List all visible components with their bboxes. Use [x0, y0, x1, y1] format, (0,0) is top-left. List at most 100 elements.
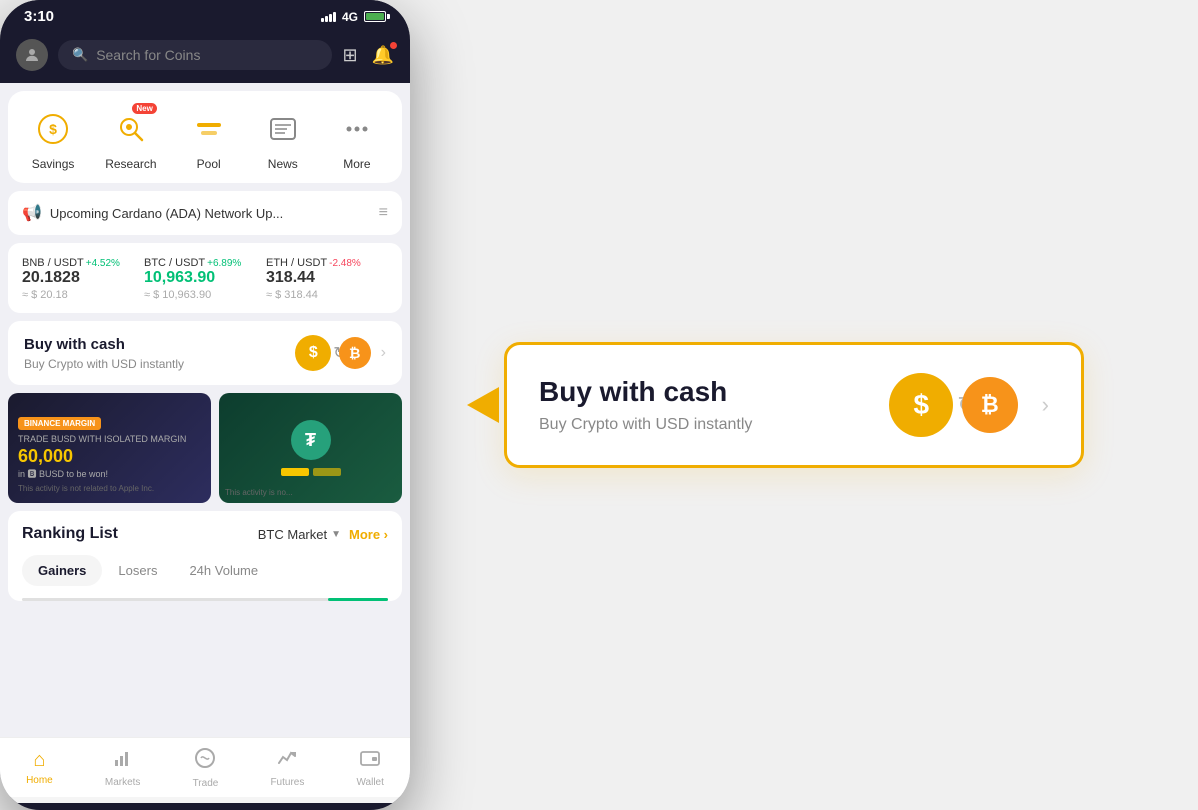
eth-value: 318.44 [266, 269, 388, 287]
pool-icon [187, 107, 231, 151]
markets-icon [113, 748, 133, 774]
notification-icon-wrap[interactable]: 🔔 [372, 45, 394, 66]
wallet-icon [360, 748, 380, 774]
btc-usd: ≈ $ 10,963.90 [144, 289, 266, 301]
price-item-bnb[interactable]: BNB / USDT +4.52% 20.1828 ≈ $ 20.18 [22, 257, 144, 301]
list-icon: ≡ [379, 204, 388, 222]
more-icon [335, 107, 379, 151]
buy-cash-title: Buy with cash [24, 336, 285, 353]
bnb-usd: ≈ $ 20.18 [22, 289, 144, 301]
savings-label: Savings [32, 157, 75, 171]
savings-icon: $ [31, 107, 75, 151]
bottom-nav: ⌂ Home Markets Trade Futures [0, 737, 410, 797]
status-time: 3:10 [24, 8, 54, 25]
home-label: Home [26, 775, 53, 786]
search-input[interactable]: Search for Coins [96, 47, 200, 63]
news-icon [261, 107, 305, 151]
btc-pair: BTC / USDT [144, 257, 205, 269]
banner-disclaimer-right: This activity is no... [225, 488, 396, 497]
btc-change: +6.89% [207, 258, 241, 269]
scan-icon[interactable]: ⊞ [342, 45, 357, 66]
announcement-bar[interactable]: 📢 Upcoming Cardano (ADA) Network Up... ≡ [8, 191, 402, 235]
bottom-nav-futures[interactable]: Futures [262, 744, 312, 792]
signal-bars-icon [321, 12, 336, 22]
nav-item-more[interactable]: More [335, 107, 379, 171]
markets-label: Markets [105, 777, 141, 788]
chevron-right-icon: › [381, 344, 386, 362]
search-bar[interactable]: 🔍 Search for Coins [58, 40, 332, 70]
price-item-eth[interactable]: ETH / USDT -2.48% 318.44 ≈ $ 318.44 [266, 257, 388, 301]
top-bar-icons: ⊞ 🔔 [342, 45, 394, 66]
home-icon: ⌂ [33, 749, 45, 772]
research-label: Research [105, 157, 156, 171]
news-label: News [268, 157, 298, 171]
tether-icon: ₮ [291, 420, 331, 460]
avatar[interactable] [16, 39, 48, 71]
banner-margin[interactable]: BINANCE MARGIN TRADE BUSD WITH ISOLATED … [8, 393, 211, 503]
tab-24h-volume[interactable]: 24h Volume [173, 555, 274, 586]
bnb-value: 20.1828 [22, 269, 144, 287]
dollar-coin-icon: $ [295, 335, 331, 371]
tab-losers[interactable]: Losers [102, 555, 173, 586]
bnb-pair: BNB / USDT [22, 257, 84, 269]
banner-unit: in 🅱 BUSD to be won! [18, 467, 201, 480]
network-label: 4G [342, 10, 358, 24]
bottom-nav-trade[interactable]: Trade [185, 743, 227, 793]
bottom-nav-markets[interactable]: Markets [97, 744, 149, 792]
price-item-btc[interactable]: BTC / USDT +6.89% 10,963.90 ≈ $ 10,963.9… [144, 257, 266, 301]
ranking-section: Ranking List BTC Market ▼ More › Gainers… [8, 511, 402, 601]
announcement-text: Upcoming Cardano (ADA) Network Up... [50, 206, 371, 221]
ranking-more[interactable]: More › [349, 527, 388, 542]
banner-row: BINANCE MARGIN TRADE BUSD WITH ISOLATED … [8, 393, 402, 503]
callout-title: Buy with cash [539, 376, 865, 408]
new-badge: New [132, 103, 156, 114]
tab-gainers[interactable]: Gainers [22, 555, 102, 586]
search-icon: 🔍 [72, 47, 88, 63]
ranking-tabs: Gainers Losers 24h Volume [22, 555, 388, 586]
futures-icon [277, 748, 297, 774]
pool-label: Pool [197, 157, 221, 171]
tether-coins: ₮ [281, 420, 341, 476]
eth-pair: ETH / USDT [266, 257, 327, 269]
bnb-change: +4.52% [86, 258, 120, 269]
btc-value: 10,963.90 [144, 269, 266, 287]
megaphone-icon: 📢 [22, 203, 42, 223]
more-label: More [343, 157, 370, 171]
filter-label: BTC Market [258, 527, 327, 542]
ranking-filter[interactable]: BTC Market ▼ [258, 527, 341, 542]
arrow-connector [467, 387, 499, 423]
banner-tether[interactable]: ₮ This activity is no... [219, 393, 402, 503]
research-icon: New [109, 107, 153, 151]
banner-tag: BINANCE MARGIN [18, 417, 101, 430]
ranking-header: Ranking List BTC Market ▼ More › [22, 525, 388, 543]
phone-shell: 3:10 4G 🔍 Search for Coins [0, 0, 410, 810]
nav-item-pool[interactable]: Pool [187, 107, 231, 171]
nav-item-research[interactable]: New Research [105, 107, 156, 171]
app-content: 🔍 Search for Coins ⊞ 🔔 $ Savings [0, 29, 410, 803]
buy-cash-subtitle: Buy Crypto with USD instantly [24, 357, 285, 371]
price-row-card: BNB / USDT +4.52% 20.1828 ≈ $ 20.18 BTC … [8, 243, 402, 313]
buy-cash-icons: $ ↻ ₿ [295, 335, 370, 371]
nav-item-savings[interactable]: $ Savings [31, 107, 75, 171]
notification-dot [390, 42, 397, 49]
trade-label: Trade [193, 778, 219, 789]
status-bar: 3:10 4G [0, 0, 410, 29]
status-icons: 4G [321, 10, 386, 24]
trade-icon [194, 747, 216, 775]
buy-cash-card[interactable]: Buy with cash Buy Crypto with USD instan… [8, 321, 402, 385]
nav-item-news[interactable]: News [261, 107, 305, 171]
callout-coin-icons: $ ↻ ₿ [889, 373, 1017, 437]
bottom-nav-home[interactable]: ⌂ Home [18, 745, 61, 790]
callout-btc-icon: ₿ [962, 377, 1018, 433]
btc-coin-icon: ₿ [339, 337, 371, 369]
callout-card[interactable]: Buy with cash Buy Crypto with USD instan… [504, 342, 1084, 468]
dropdown-arrow-icon: ▼ [331, 529, 341, 540]
wallet-label: Wallet [356, 777, 383, 788]
bottom-nav-wallet[interactable]: Wallet [348, 744, 391, 792]
callout-dollar-icon: $ [889, 373, 953, 437]
arrow-triangle-icon [467, 387, 499, 423]
banner-disclaimer: This activity is not related to Apple In… [18, 484, 201, 493]
callout-area: Buy with cash Buy Crypto with USD instan… [410, 342, 1198, 468]
banner-sub: TRADE BUSD WITH ISOLATED MARGIN [18, 434, 201, 444]
battery-icon [364, 11, 386, 22]
